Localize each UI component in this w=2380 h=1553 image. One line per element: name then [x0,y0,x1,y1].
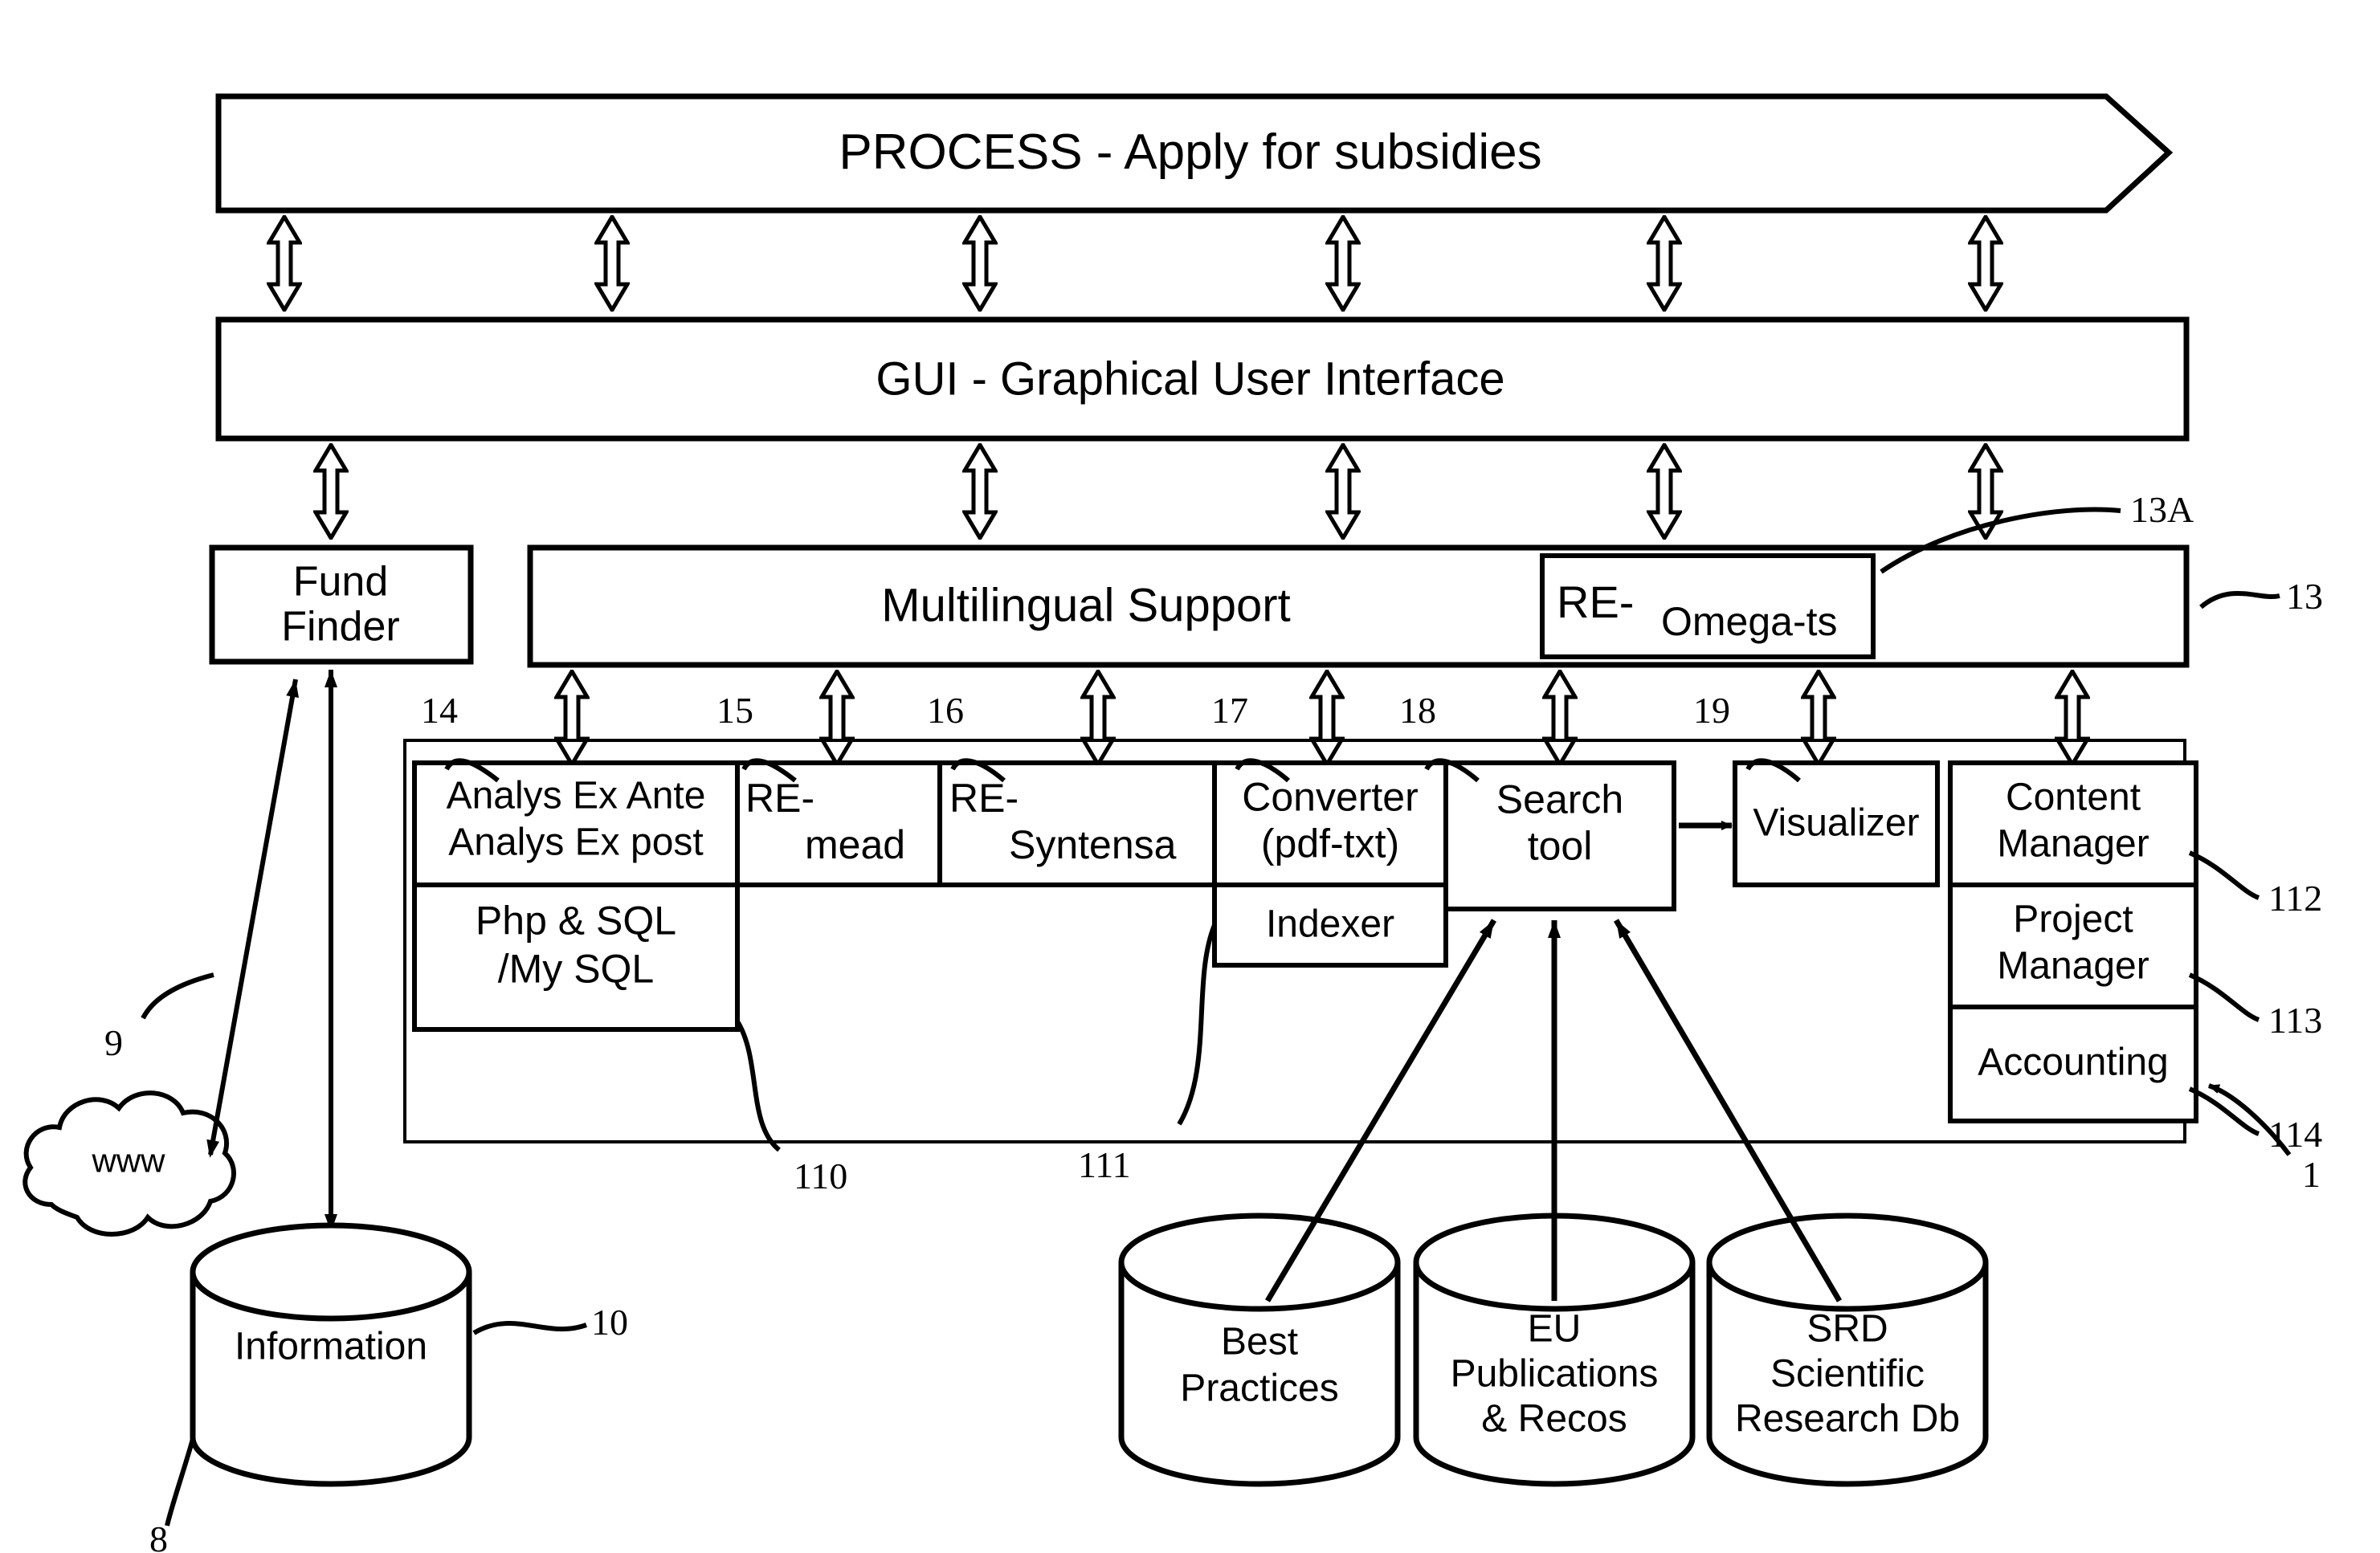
process-banner-label: PROCESS - Apply for subsidies [839,124,1542,181]
srd-label-line2: Scientific [1770,1352,1925,1396]
best-practices-label-line1: Best [1220,1320,1299,1363]
converter-label-line1: Converter [1242,774,1419,820]
re-syntensa-label-line2: Syntensa [1009,822,1177,867]
ref-113: 113 [2268,1000,2323,1041]
content-manager-label-line1: Content [2005,776,2141,819]
search-tool-label-line1: Search [1496,776,1624,822]
fund-finder-label-line2: Finder [281,603,400,650]
analys-label-line1: Analys Ex Ante [446,774,706,817]
eu-publications-label-line3: & Recos [1481,1397,1627,1441]
re-mead-label-line1: RE- [745,776,815,821]
process-to-gui-connectors [269,217,2001,310]
srd-label-line3: Research Db [1734,1397,1961,1441]
cloud-to-fundfinder-arrow [206,679,299,1158]
ref-10: 10 [591,1302,628,1343]
information-db-label: Information [234,1325,428,1368]
ref-15: 15 [716,690,753,731]
converter-label-line2: (pdf-txt) [1260,821,1400,866]
project-manager-label-line2: Manager [1997,944,2149,988]
re-syntensa-label-line1: RE- [949,776,1019,821]
ref-110: 110 [794,1156,848,1196]
gui-banner-label: GUI - Graphical User Interface [876,353,1505,406]
database-layer-label-line1: Php & SQL [475,898,677,944]
omega-ts-label: Omega-ts [1661,599,1838,644]
ref-1: 1 [2302,1154,2321,1195]
analys-label-line2: Analys Ex post [448,821,704,864]
re-mead-label-line2: mead [805,822,906,867]
ref-19: 19 [1693,690,1730,731]
middleware-to-components-connectors [557,671,2088,764]
ref-14: 14 [421,690,458,731]
re-prefix-label: RE- [1557,577,1635,627]
middleware-bar-box [527,544,2190,668]
ref-13: 13 [2286,576,2323,617]
www-cloud-label: www [92,1141,165,1180]
multilingual-support-label: Multilingual Support [881,579,1291,632]
database-layer-label-line2: /My SQL [497,946,655,992]
ref-111: 111 [1078,1144,1131,1185]
visualizer-label: Visualizer [1753,801,1920,845]
eu-publications-label-line1: EU [1527,1307,1582,1351]
ref-16: 16 [927,690,964,731]
ref-114: 114 [2268,1114,2323,1155]
eu-publications-label-line2: Publications [1450,1352,1659,1396]
ref-13a: 13A [2130,489,2194,530]
indexer-label: Indexer [1265,903,1395,946]
accounting-label: Accounting [1978,1041,2169,1084]
diagram-canvas: PROCESS - Apply for subsidies GUI - Grap… [0,0,2380,1553]
best-practices-label-line2: Practices [1180,1367,1339,1410]
srd-label-line1: SRD [1806,1307,1888,1351]
ref-8: 8 [149,1518,168,1553]
ref-18: 18 [1399,690,1436,731]
ref-9: 9 [104,1022,123,1063]
fund-finder-label-line1: Fund [292,558,389,605]
ref-112: 112 [2268,878,2323,919]
gui-to-middleware-connectors [316,445,2001,538]
ref-17: 17 [1211,690,1248,731]
search-tool-label-line2: tool [1527,823,1593,869]
content-manager-label-line2: Manager [1997,822,2149,866]
project-manager-label-line1: Project [2013,898,2133,941]
